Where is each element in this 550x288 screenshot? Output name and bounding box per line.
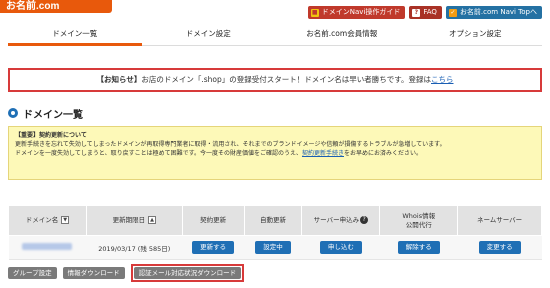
domain-name-redacted[interactable]	[22, 243, 73, 250]
notice-text: お店のドメイン「.shop」の登録受付スタート！ドメイン名は早い者勝ちです。登録…	[141, 75, 431, 84]
sort-icon[interactable]: ▼	[61, 216, 70, 224]
info-download-button[interactable]: 情報ダウンロード	[62, 267, 125, 279]
site-logo[interactable]: お名前.com	[0, 0, 112, 13]
domain-cell[interactable]	[8, 235, 87, 260]
expiry-cell: 2019/03/17 (残 585日)	[86, 235, 183, 260]
main-tabs: ドメイン一覧 ドメイン設定 お名前.com会員情報 オプション設定	[8, 22, 542, 46]
notice-banner: 【お知らせ】お店のドメイン「.shop」の登録受付スタート！ドメイン名は早い者勝…	[8, 68, 542, 92]
renew-button[interactable]: 更新する	[192, 241, 235, 254]
check-icon: ✓	[448, 8, 457, 17]
whois-release-button[interactable]: 解除する	[397, 241, 440, 254]
important-line2: ドメインを一度失効してしまうと、取り戻すことは極めて困難です。今一度その財産価値…	[15, 150, 302, 157]
important-line2-wrap: ドメインを一度失効してしまうと、取り戻すことは極めて困難です。今一度その財産価値…	[15, 149, 535, 158]
col-renew: 契約更新	[181, 205, 245, 236]
site-header: お名前.com ■ ドメインNavi操作ガイド ? FAQ ✓ お名前.com …	[0, 0, 550, 20]
tab-domain-settings[interactable]: ドメイン設定	[142, 22, 276, 45]
highlight-frame: 認証メール対応状況ダウンロード	[130, 264, 245, 282]
col-server: サーバー申込み?	[301, 205, 381, 236]
important-line2-suffix: をお早めにお済みください。	[344, 150, 423, 157]
book-icon: ■	[310, 8, 319, 17]
table-header-row: ドメイン名 ▼ 更新期限日 ▲ 契約更新 自動更新 サーバー申込み? Whois情報…	[8, 205, 542, 236]
question-icon: ?	[412, 8, 421, 17]
domain-table: ドメイン名 ▼ 更新期限日 ▲ 契約更新 自動更新 サーバー申込み? Whois情報…	[8, 205, 542, 260]
navi-guide-label: ドメインNavi操作ガイド	[321, 8, 401, 16]
auto-renew-button[interactable]: 設定中	[255, 241, 291, 254]
group-settings-button[interactable]: グループ設定	[8, 267, 57, 279]
col-nameserver: ネームサーバー	[457, 205, 542, 236]
server-apply-button[interactable]: 申し込む	[319, 241, 362, 254]
important-title: 【重要】契約更新について	[15, 132, 87, 139]
notice-prefix: 【お知らせ】	[96, 75, 142, 84]
important-notice: 【重要】契約更新について 更新手続きを忘れて失効してしまったドメインが再取得専門…	[8, 126, 542, 180]
faq-label: FAQ	[423, 8, 437, 16]
col-expiry[interactable]: 更新期限日 ▲	[85, 205, 183, 236]
important-line1: 更新手続きを忘れて失効してしまったドメインが再取得専門業者に取得・流用され、それ…	[15, 141, 446, 148]
col-auto-renew: 自動更新	[243, 205, 303, 236]
table-row: 2019/03/17 (残 585日) 更新する 設定中 申し込む 解除する 変…	[8, 235, 542, 260]
navi-top-label: お名前.com Navi Topへ	[459, 8, 537, 16]
col-domain[interactable]: ドメイン名 ▼	[8, 205, 87, 236]
sort-icon[interactable]: ▲	[148, 216, 157, 224]
section-title: ドメイン一覧	[8, 106, 83, 121]
renewal-procedure-link[interactable]: 契約更新手続き	[302, 150, 344, 157]
auth-mail-download-button[interactable]: 認証メール対応状況ダウンロード	[133, 267, 242, 279]
col-whois: Whois情報 公開代行	[379, 205, 459, 236]
nameserver-change-button[interactable]: 変更する	[478, 241, 521, 254]
header-links: ■ ドメインNavi操作ガイド ? FAQ ✓ お名前.com Navi Top…	[307, 6, 542, 19]
tab-member-info[interactable]: お名前.com会員情報	[275, 22, 409, 45]
tab-domain-list[interactable]: ドメイン一覧	[8, 22, 142, 46]
navi-top-link[interactable]: ✓ お名前.com Navi Topへ	[445, 6, 542, 19]
bottom-actions: グループ設定 情報ダウンロード 認証メール対応状況ダウンロード	[8, 264, 245, 282]
notice-link[interactable]: こちら	[431, 75, 454, 84]
help-icon[interactable]: ?	[360, 216, 369, 224]
navi-guide-link[interactable]: ■ ドメインNavi操作ガイド	[307, 6, 406, 19]
tab-option-settings[interactable]: オプション設定	[409, 22, 543, 45]
faq-link[interactable]: ? FAQ	[409, 6, 442, 19]
section-title-text: ドメイン一覧	[23, 109, 83, 121]
circle-bullet-icon	[8, 108, 18, 118]
